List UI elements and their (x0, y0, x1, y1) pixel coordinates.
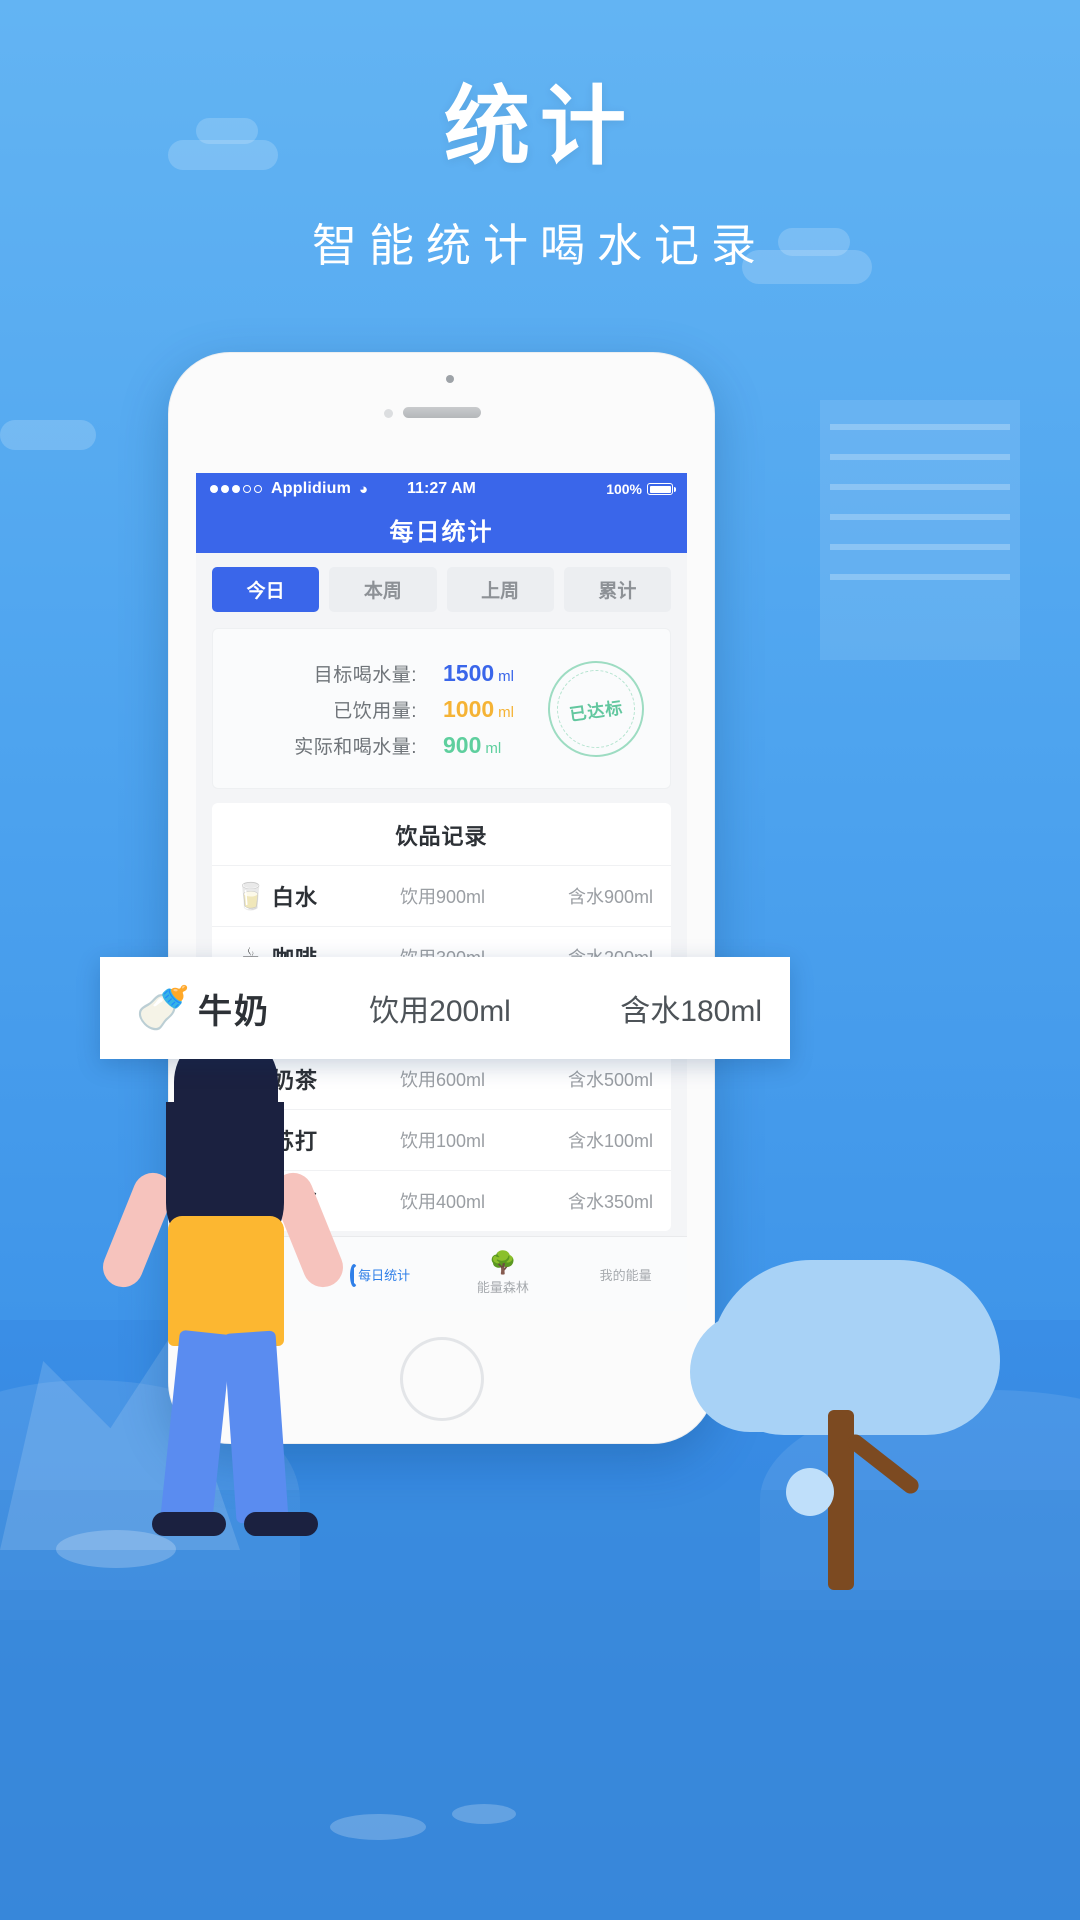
drink-name: 白水 (272, 885, 319, 910)
rock-small-left (56, 1530, 176, 1568)
drink-water: 含水350ml (567, 1192, 653, 1212)
clock-label: 11:27 AM (407, 480, 476, 497)
proximity-sensor-icon (445, 375, 454, 383)
battery-full-icon (647, 483, 676, 495)
tab-this-week[interactable]: 本周 (329, 567, 437, 612)
building-silhouette (820, 400, 1020, 660)
consumed-value: 1000 ml (443, 696, 514, 722)
page-title: 统计 (444, 79, 636, 175)
drink-consumed: 饮用400ml (399, 1192, 486, 1212)
tree-crown-left (690, 1312, 830, 1432)
table-row[interactable]: 🥛 白水 饮用900ml 含水900ml (212, 865, 671, 926)
drink-water: 含水100ml (567, 1131, 653, 1151)
tree-illustration (690, 1260, 1020, 1590)
app-navbar: 每日统计 (196, 505, 687, 553)
effective-label: 实际和喝水量: (294, 737, 417, 758)
tree-branch (844, 1431, 922, 1497)
person-left-shoe (152, 1512, 226, 1536)
bottom-nav-label: 能量森林 (476, 1280, 529, 1295)
earpiece-speaker (402, 407, 481, 418)
battery-percent-label: 100% (606, 481, 642, 497)
person-right-shoe (244, 1512, 318, 1536)
rock-small-bottom-2 (452, 1804, 516, 1824)
highlighted-drink-row[interactable]: 🍼 牛奶 饮用200ml 含水180ml (100, 957, 790, 1059)
bottom-nav-item-my-energy[interactable]: 我的能量 (564, 1265, 687, 1284)
highlight-drink-name: 牛奶 (198, 992, 270, 1031)
tab-total[interactable]: 累计 (563, 567, 671, 612)
rock-small-bottom (330, 1814, 426, 1840)
drink-icon-milk: 🍼 (135, 984, 191, 1033)
person-illustration (78, 1020, 378, 1536)
tree-leaf-ball (786, 1468, 834, 1516)
person-right-leg (223, 1330, 289, 1524)
summary-card: 目标喝水量: 1500 ml 已饮用量: 1000 ml 实际和喝水量: 900 ml (212, 628, 671, 789)
drink-water: 含水500ml (567, 1070, 653, 1090)
person-shirt (168, 1216, 284, 1346)
goal-value: 1500 ml (443, 660, 514, 686)
cloud-far-left (0, 420, 96, 450)
status-bar-right: 100% (476, 481, 676, 497)
consumed-label: 已饮用量: (333, 701, 417, 722)
status-bar-left: Applidium ◕ (210, 480, 407, 498)
period-tabs: 今日 本周 上周 累计 (196, 553, 687, 622)
navbar-title: 每日统计 (389, 518, 494, 546)
drink-consumed: 饮用600ml (399, 1070, 486, 1090)
wifi-icon: ◕ (359, 480, 369, 498)
home-button[interactable] (399, 1337, 484, 1421)
drink-icon-water: 🥛 (234, 880, 268, 911)
person-left-leg (160, 1329, 232, 1525)
drink-water: 含水900ml (567, 887, 653, 907)
page-subtitle: 智能统计喝水记录 (311, 219, 768, 271)
drink-records-title: 饮品记录 (395, 824, 488, 849)
goal-label: 目标喝水量: (313, 665, 417, 686)
drink-consumed: 饮用900ml (399, 887, 486, 907)
forest-icon: 🌳 (489, 1250, 517, 1275)
poster-headline: 统计 智能统计喝水记录 (0, 80, 1080, 274)
highlight-drink-consumed: 饮用200ml (369, 995, 511, 1028)
front-camera-icon (383, 409, 393, 418)
status-bar: Applidium ◕ 11:27 AM 100% (196, 473, 687, 505)
tab-last-week[interactable]: 上周 (446, 567, 554, 612)
carrier-label: Applidium (271, 480, 352, 497)
bottom-nav-item-forest[interactable]: 🌳 能量森林 (442, 1252, 565, 1296)
bottom-nav-label: 我的能量 (599, 1267, 652, 1283)
effective-value: 900 ml (443, 732, 502, 758)
signal-dots-icon (210, 485, 262, 493)
drink-consumed: 饮用100ml (399, 1131, 486, 1151)
highlight-drink-water: 含水180ml (620, 995, 762, 1028)
tab-today[interactable]: 今日 (212, 567, 320, 612)
